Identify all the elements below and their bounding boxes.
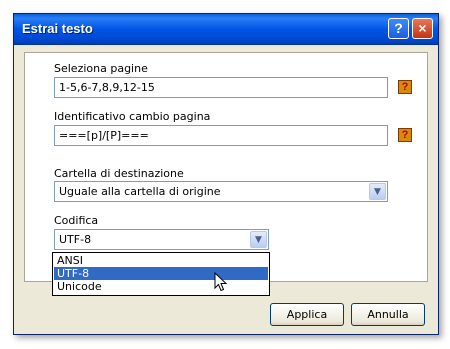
pages-label: Seleziona pagine xyxy=(54,62,148,75)
destination-value: Uguale alla cartella di origine xyxy=(59,185,221,198)
pages-input[interactable]: 1-5,6-7,8,9,12-15 xyxy=(54,77,388,98)
close-icon: × xyxy=(418,20,427,36)
encoding-option[interactable]: Unicode xyxy=(54,280,268,293)
pagebreak-help-icon[interactable]: ? xyxy=(398,128,412,142)
help-button[interactable]: ? xyxy=(388,18,409,39)
encoding-option[interactable]: ANSI xyxy=(54,254,268,267)
pagebreak-label: Identificativo cambio pagina xyxy=(54,110,211,123)
destination-label: Cartella di destinazione xyxy=(54,167,184,180)
window-title: Estrai testo xyxy=(22,21,93,36)
encoding-option-selected[interactable]: UTF-8 xyxy=(54,267,268,280)
encoding-select[interactable]: UTF-8 ▼ xyxy=(54,229,269,250)
destination-select[interactable]: Uguale alla cartella di origine ▼ xyxy=(54,181,388,202)
cancel-button[interactable]: Annulla xyxy=(351,303,425,326)
encoding-dropdown-list[interactable]: ANSI UTF-8 Unicode xyxy=(52,252,270,296)
pages-help-icon[interactable]: ? xyxy=(398,80,412,94)
encoding-value: UTF-8 xyxy=(59,233,92,246)
close-button[interactable]: × xyxy=(412,18,433,39)
help-icon: ? xyxy=(394,20,403,36)
pagebreak-input[interactable]: ===[p]/[P]=== xyxy=(54,125,388,146)
apply-button[interactable]: Applica xyxy=(270,303,344,326)
chevron-down-icon[interactable]: ▼ xyxy=(250,231,267,248)
encoding-label: Codifica xyxy=(54,214,99,227)
mouse-pointer-icon xyxy=(214,272,228,292)
title-bar[interactable]: Estrai testo ? × xyxy=(14,14,438,45)
chevron-down-icon[interactable]: ▼ xyxy=(369,183,386,200)
